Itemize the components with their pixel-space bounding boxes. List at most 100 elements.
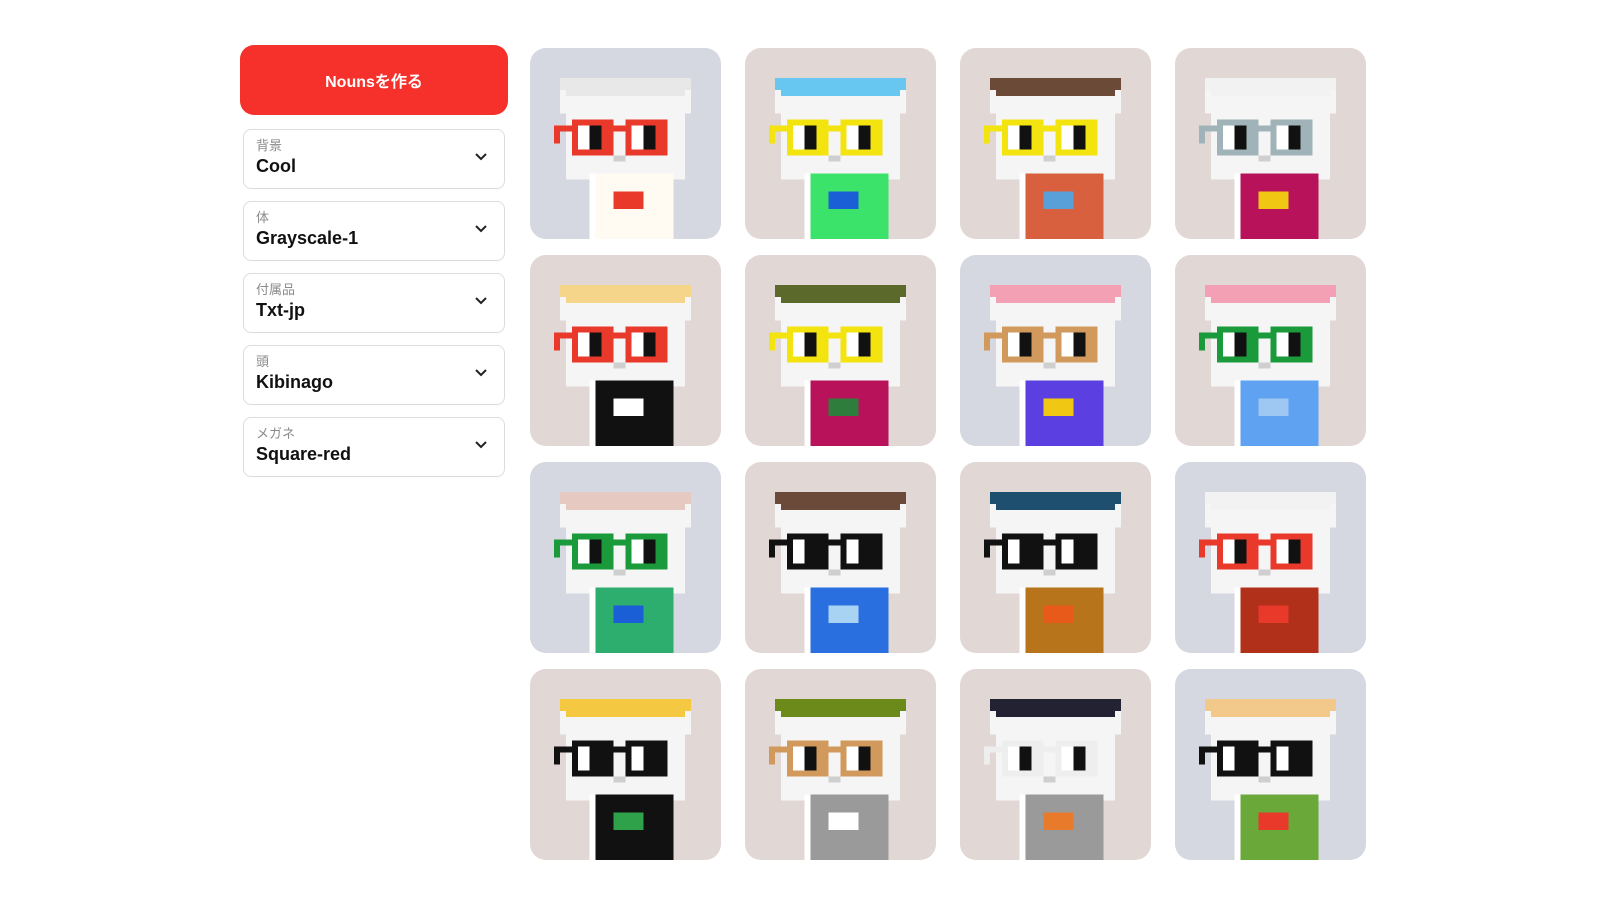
select-glasses-label: メガネ (256, 426, 296, 441)
select-background-label: 背景 (256, 138, 283, 153)
noun-mouth (1258, 155, 1271, 162)
noun-mouth (1043, 776, 1056, 783)
noun-eye-white (1276, 746, 1289, 771)
noun-pupil (1019, 746, 1032, 771)
noun-accessory (1258, 605, 1289, 624)
noun-arm (589, 587, 596, 653)
noun-hat (995, 491, 1116, 510)
select-head[interactable]: 頭 Kibinago (243, 345, 505, 405)
noun-pupil (1288, 332, 1301, 357)
noun-accessory (828, 191, 859, 210)
noun-glasses-arm (983, 746, 1002, 753)
noun-eye-white (1061, 125, 1074, 150)
noun-glasses-arm (553, 332, 572, 339)
noun-arm (1019, 794, 1026, 860)
noun-arm (1234, 587, 1241, 653)
select-body[interactable]: 体 Grayscale-1 (243, 201, 505, 261)
noun-glasses-arm-end (553, 545, 560, 558)
noun-mouth (828, 776, 841, 783)
noun-glasses-arm (768, 539, 787, 546)
noun-card[interactable] (960, 669, 1151, 860)
select-head-value: Kibinago (256, 372, 333, 392)
noun-avatar (1175, 462, 1366, 653)
noun-pupil (643, 539, 656, 564)
noun-glasses-arm (983, 332, 1002, 339)
noun-card[interactable] (530, 462, 721, 653)
noun-arm (804, 587, 811, 653)
noun-pupil (1019, 539, 1032, 564)
noun-hat (565, 77, 686, 96)
noun-card[interactable] (1175, 462, 1366, 653)
noun-glasses-bridge (828, 539, 841, 546)
noun-pupil (589, 539, 602, 564)
noun-mouth (613, 776, 626, 783)
noun-pupil (1234, 332, 1247, 357)
select-glasses[interactable]: メガネ Square-red (243, 417, 505, 477)
noun-glasses-arm (768, 746, 787, 753)
noun-arm (1019, 587, 1026, 653)
noun-pupil (1019, 332, 1032, 357)
chevron-down-icon (475, 297, 487, 305)
noun-glasses-arm (1198, 332, 1217, 339)
noun-glasses-arm-end (983, 131, 990, 144)
noun-eye-white (1222, 332, 1235, 357)
noun-glasses-arm-end (768, 545, 775, 558)
noun-accessory (828, 812, 859, 831)
noun-glasses-arm-end (768, 752, 775, 765)
noun-arm (804, 380, 811, 446)
create-nouns-button[interactable]: Nounsを作る (240, 45, 508, 115)
noun-card[interactable] (1175, 669, 1366, 860)
noun-pupil (589, 125, 602, 150)
select-accessory[interactable]: 付属品 Txt-jp (243, 273, 505, 333)
noun-glasses-arm (553, 125, 572, 132)
noun-avatar (960, 462, 1151, 653)
noun-glasses-arm (553, 539, 572, 546)
noun-eye-white (1061, 746, 1074, 771)
noun-eye-white (1061, 332, 1074, 357)
noun-accessory (1043, 191, 1074, 210)
noun-card[interactable] (1175, 48, 1366, 239)
noun-glasses-bridge (1043, 125, 1056, 132)
noun-accessory (828, 605, 859, 624)
noun-eye-white (577, 539, 590, 564)
noun-eye-white (1276, 125, 1289, 150)
noun-avatar (745, 48, 936, 239)
noun-card[interactable] (530, 48, 721, 239)
noun-eye-white (792, 332, 805, 357)
noun-glasses-arm-end (1198, 545, 1205, 558)
noun-eye-white (1007, 125, 1020, 150)
noun-arm (804, 794, 811, 860)
noun-card[interactable] (530, 255, 721, 446)
noun-eye-white (1007, 539, 1020, 564)
noun-accessory (613, 605, 644, 624)
noun-card[interactable] (960, 255, 1151, 446)
noun-eye-white (631, 332, 644, 357)
noun-card[interactable] (745, 255, 936, 446)
noun-arm (1234, 794, 1241, 860)
noun-card[interactable] (1175, 255, 1366, 446)
noun-pupil (804, 539, 817, 564)
noun-arm (589, 794, 596, 860)
noun-card[interactable] (745, 48, 936, 239)
noun-hat (1210, 284, 1331, 303)
select-background[interactable]: 背景 Cool (243, 129, 505, 189)
noun-card[interactable] (960, 48, 1151, 239)
noun-eye-white (1007, 746, 1020, 771)
noun-pupil (1288, 746, 1301, 771)
noun-hat (995, 698, 1116, 717)
noun-card[interactable] (745, 462, 936, 653)
noun-pupil (1234, 746, 1247, 771)
noun-glasses-bridge (613, 332, 626, 339)
noun-card[interactable] (745, 669, 936, 860)
noun-card[interactable] (960, 462, 1151, 653)
noun-arm (589, 380, 596, 446)
noun-eye-white (1222, 125, 1235, 150)
noun-eye-white (1276, 539, 1289, 564)
noun-glasses-bridge (613, 539, 626, 546)
select-background-value: Cool (256, 156, 296, 176)
noun-pupil (1073, 332, 1086, 357)
noun-avatar (960, 48, 1151, 239)
noun-glasses-arm-end (983, 545, 990, 558)
noun-glasses-arm (983, 125, 1002, 132)
noun-card[interactable] (530, 669, 721, 860)
